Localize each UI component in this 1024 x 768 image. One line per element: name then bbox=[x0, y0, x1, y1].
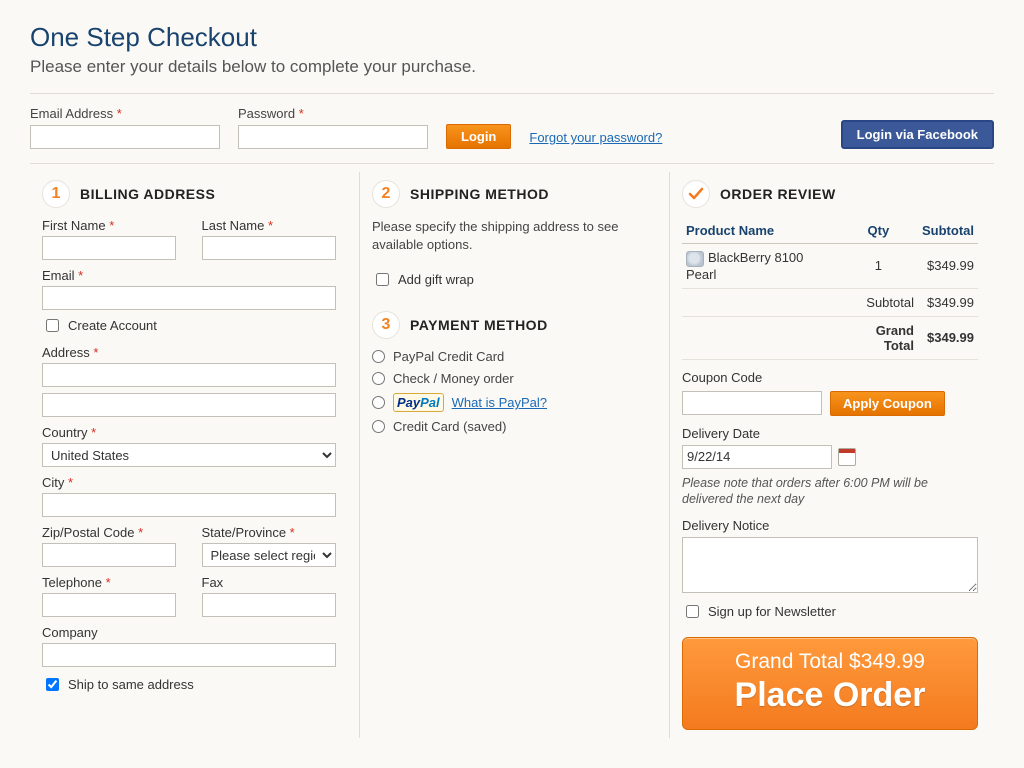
subtotal-row: Subtotal $349.99 bbox=[682, 288, 978, 316]
company-label: Company bbox=[42, 625, 343, 640]
delivery-notice-label: Delivery Notice bbox=[682, 518, 978, 533]
apply-coupon-button[interactable]: Apply Coupon bbox=[830, 391, 945, 416]
ship-same-label: Ship to same address bbox=[68, 677, 194, 692]
pay-check-label: Check / Money order bbox=[393, 371, 514, 386]
last-name-label: Last Name * bbox=[202, 218, 344, 233]
email-input[interactable] bbox=[30, 125, 220, 149]
shipping-heading: SHIPPING METHOD bbox=[410, 186, 549, 202]
table-row: BlackBerry 8100 Pearl 1 $349.99 bbox=[682, 244, 978, 289]
facebook-login-button[interactable]: Login via Facebook bbox=[841, 120, 994, 149]
place-order-button[interactable]: Grand Total $349.99 Place Order bbox=[682, 637, 978, 730]
pay-paypal-cc-radio[interactable] bbox=[372, 350, 385, 363]
pay-saved-cc-radio[interactable] bbox=[372, 420, 385, 433]
pay-paypal-cc-label: PayPal Credit Card bbox=[393, 349, 504, 364]
zip-input[interactable] bbox=[42, 543, 176, 567]
create-account-label: Create Account bbox=[68, 318, 157, 333]
gift-wrap-checkbox[interactable] bbox=[376, 273, 389, 286]
first-name-input[interactable] bbox=[42, 236, 176, 260]
newsletter-checkbox[interactable] bbox=[686, 605, 699, 618]
fax-label: Fax bbox=[202, 575, 344, 590]
first-name-label: First Name * bbox=[42, 218, 184, 233]
email-label: Email Address * bbox=[30, 106, 220, 121]
telephone-input[interactable] bbox=[42, 593, 176, 617]
billing-email-label: Email * bbox=[42, 268, 343, 283]
page-subtitle: Please enter your details below to compl… bbox=[30, 57, 994, 77]
zip-label: Zip/Postal Code * bbox=[42, 525, 184, 540]
telephone-label: Telephone * bbox=[42, 575, 184, 590]
step-1-badge: 1 bbox=[42, 180, 70, 208]
company-input[interactable] bbox=[42, 643, 336, 667]
city-input[interactable] bbox=[42, 493, 336, 517]
th-subtotal: Subtotal bbox=[918, 218, 978, 244]
address-input-1[interactable] bbox=[42, 363, 336, 387]
gift-wrap-label: Add gift wrap bbox=[398, 272, 474, 287]
address-input-2[interactable] bbox=[42, 393, 336, 417]
ship-same-checkbox[interactable] bbox=[46, 678, 59, 691]
billing-heading: BILLING ADDRESS bbox=[80, 186, 215, 202]
product-icon bbox=[686, 251, 704, 267]
step-3-badge: 3 bbox=[372, 311, 400, 339]
divider bbox=[30, 93, 994, 94]
login-button[interactable]: Login bbox=[446, 124, 511, 149]
review-heading: ORDER REVIEW bbox=[720, 186, 836, 202]
password-input[interactable] bbox=[238, 125, 428, 149]
address-label: Address * bbox=[42, 345, 343, 360]
th-qty: Qty bbox=[839, 218, 918, 244]
review-check-icon bbox=[682, 180, 710, 208]
forgot-password-link[interactable]: Forgot your password? bbox=[529, 130, 662, 145]
product-price: $349.99 bbox=[918, 244, 978, 289]
state-select[interactable]: Please select region bbox=[202, 543, 336, 567]
order-table: Product Name Qty Subtotal BlackBerry 810… bbox=[682, 218, 978, 360]
page-title: One Step Checkout bbox=[30, 22, 994, 53]
pay-saved-cc-label: Credit Card (saved) bbox=[393, 419, 506, 434]
shipping-message: Please specify the shipping address to s… bbox=[372, 218, 653, 254]
billing-email-input[interactable] bbox=[42, 286, 336, 310]
newsletter-label: Sign up for Newsletter bbox=[708, 604, 836, 619]
what-is-paypal-link[interactable]: What is PayPal? bbox=[452, 395, 547, 410]
delivery-date-label: Delivery Date bbox=[682, 426, 978, 441]
payment-heading: PAYMENT METHOD bbox=[410, 317, 548, 333]
coupon-input[interactable] bbox=[682, 391, 822, 415]
password-label: Password * bbox=[238, 106, 428, 121]
fax-input[interactable] bbox=[202, 593, 336, 617]
state-label: State/Province * bbox=[202, 525, 344, 540]
step-2-badge: 2 bbox=[372, 180, 400, 208]
coupon-label: Coupon Code bbox=[682, 370, 978, 385]
grand-total-row: Grand Total $349.99 bbox=[682, 316, 978, 359]
th-product: Product Name bbox=[682, 218, 839, 244]
country-select[interactable]: United States bbox=[42, 443, 336, 467]
login-row: Email Address * Password * Login Forgot … bbox=[30, 106, 994, 164]
product-qty: 1 bbox=[839, 244, 918, 289]
create-account-checkbox[interactable] bbox=[46, 319, 59, 332]
delivery-date-input[interactable] bbox=[682, 445, 832, 469]
pay-paypal-radio[interactable] bbox=[372, 396, 385, 409]
delivery-notice-textarea[interactable] bbox=[682, 537, 978, 593]
country-label: Country * bbox=[42, 425, 343, 440]
paypal-badge-icon: PayPal bbox=[393, 393, 444, 412]
pay-check-radio[interactable] bbox=[372, 372, 385, 385]
delivery-note: Please note that orders after 6:00 PM wi… bbox=[682, 475, 978, 509]
city-label: City * bbox=[42, 475, 343, 490]
last-name-input[interactable] bbox=[202, 236, 336, 260]
calendar-icon[interactable] bbox=[838, 448, 856, 466]
